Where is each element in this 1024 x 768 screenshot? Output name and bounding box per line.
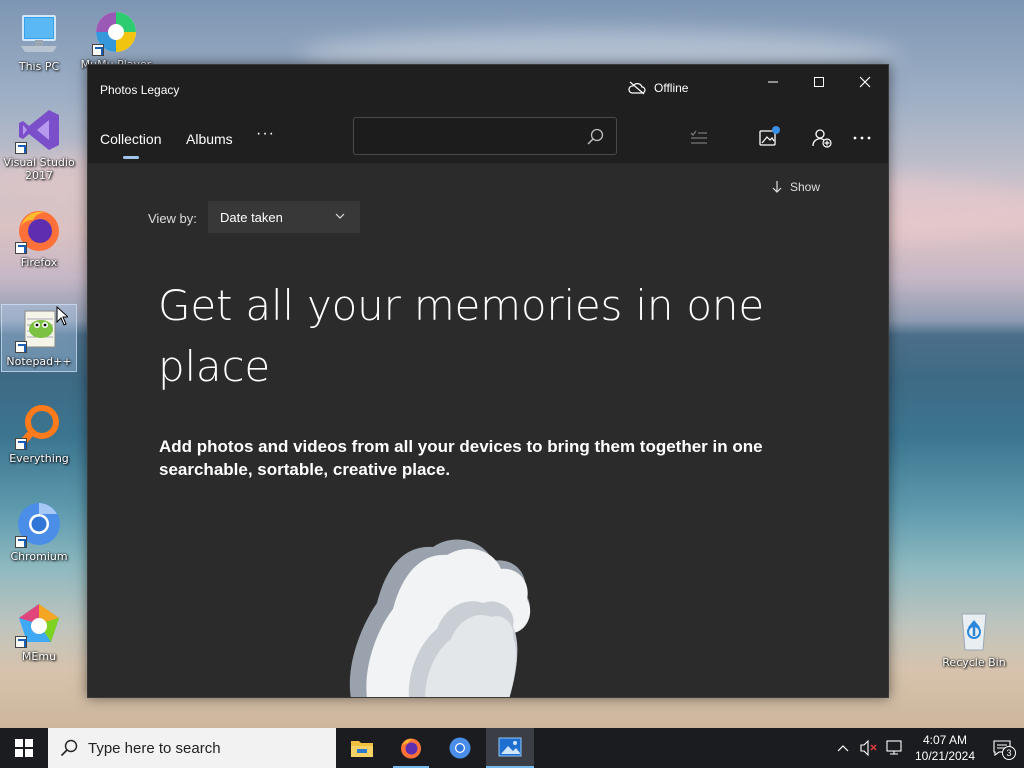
photos-window: Photos Legacy Offline Collection Albums … [87, 64, 889, 698]
taskbar-file-explorer[interactable] [338, 728, 386, 768]
search-icon [60, 739, 78, 757]
network-icon[interactable] [886, 740, 904, 756]
main-content: Show View by: Date taken Get all your me… [88, 163, 888, 697]
offline-label: Offline [654, 81, 689, 95]
notification-count-badge: 3 [1002, 746, 1016, 760]
taskbar: Type here to search 4:07 AM 10/21/2024 3 [0, 728, 1024, 768]
shortcut-arrow-icon [15, 636, 27, 648]
cloud-offline-icon [628, 81, 646, 95]
tab-collection[interactable]: Collection [100, 131, 161, 147]
desktop-icon-this-pc[interactable]: This PC [1, 10, 77, 73]
desktop-icon-label: This PC [18, 60, 60, 73]
window-title: Photos Legacy [100, 83, 180, 97]
desktop-icon-chromium[interactable]: Chromium [1, 500, 77, 563]
desktop-icon-label: Recycle Bin [942, 656, 1006, 669]
start-button[interactable] [0, 728, 48, 768]
selected-tab-indicator [123, 156, 139, 159]
mouse-cursor-icon [56, 306, 68, 326]
shortcut-arrow-icon [15, 341, 27, 353]
shortcut-arrow-icon [15, 242, 27, 254]
clock-date: 10/21/2024 [914, 749, 976, 763]
desktop-icon-firefox[interactable]: Firefox [1, 206, 77, 269]
tab-albums[interactable]: Albums [186, 131, 233, 147]
folder-icon [351, 741, 373, 757]
maximize-icon [814, 77, 824, 87]
taskbar-search-box[interactable]: Type here to search [48, 728, 336, 768]
action-center-button[interactable]: 3 [980, 728, 1024, 768]
close-icon [859, 76, 871, 88]
visual-studio-icon [15, 106, 63, 154]
import-photos-icon[interactable] [758, 125, 782, 149]
taskbar-firefox[interactable] [387, 728, 435, 768]
shortcut-arrow-icon [15, 536, 27, 548]
clock-time: 4:07 AM [922, 733, 968, 747]
chromium-icon [15, 500, 63, 548]
desktop-icon-label: MEmu [21, 650, 57, 663]
memu-icon [15, 600, 63, 648]
system-tray: 4:07 AM 10/21/2024 3 [836, 728, 1024, 768]
add-people-icon[interactable] [812, 128, 832, 148]
desktop-icon-label: Visual Studio 2017 [3, 156, 75, 182]
shortcut-arrow-icon [15, 438, 27, 450]
chromium-icon [449, 737, 471, 759]
shortcut-arrow-icon [92, 44, 104, 56]
search-icon [587, 128, 604, 145]
show-label: Show [790, 180, 821, 194]
volume-muted-icon[interactable] [860, 740, 878, 756]
mumu-player-icon [92, 8, 140, 56]
shortcut-arrow-icon [15, 142, 27, 154]
nav-more-button[interactable]: ··· [256, 125, 275, 143]
desktop-icon-label: Chromium [10, 550, 68, 563]
close-button[interactable] [842, 65, 888, 99]
taskbar-search-placeholder: Type here to search [88, 739, 221, 757]
select-list-icon[interactable] [689, 128, 709, 148]
title-bar[interactable]: Photos Legacy Offline [88, 65, 888, 113]
minimize-button[interactable] [750, 65, 796, 99]
desktop-icon-visual-studio[interactable]: Visual Studio 2017 [1, 106, 77, 182]
everything-search-icon [15, 402, 63, 450]
chevron-down-icon [335, 213, 345, 219]
taskbar-photos[interactable] [486, 728, 534, 768]
show-button[interactable]: Show [772, 180, 820, 194]
minimize-icon [768, 81, 778, 83]
search-input[interactable] [353, 117, 617, 155]
cloud-illustration-icon [349, 539, 531, 697]
recycle-bin-icon [950, 606, 998, 654]
desktop-icon-label: Notepad++ [6, 355, 72, 368]
more-options-icon[interactable] [852, 128, 872, 148]
desktop-icon-everything[interactable]: Everything [1, 402, 77, 465]
desktop-icon-label: Firefox [20, 256, 58, 269]
taskbar-chromium[interactable] [436, 728, 484, 768]
windows-logo-icon [15, 739, 33, 757]
view-by-value: Date taken [220, 209, 283, 225]
chevron-up-icon[interactable] [836, 741, 850, 755]
page-description: Add photos and videos from all your devi… [159, 437, 763, 479]
firefox-icon [401, 738, 421, 759]
desktop-icon-recycle-bin[interactable]: Recycle Bin [936, 606, 1012, 669]
view-by-label: View by: [148, 211, 197, 226]
view-by-dropdown[interactable]: Date taken [208, 201, 360, 233]
desktop-icon-label: Everything [9, 452, 69, 465]
offline-status[interactable]: Offline [628, 81, 688, 95]
desktop-icon-mumu[interactable]: MuMu Player [78, 8, 154, 71]
maximize-button[interactable] [796, 65, 842, 99]
computer-icon [15, 10, 63, 58]
page-headline: Get all your memories in one place [158, 281, 764, 391]
firefox-icon [15, 206, 63, 254]
taskbar-clock[interactable]: 4:07 AM 10/21/2024 [910, 732, 980, 764]
desktop-icon-memu[interactable]: MEmu [1, 600, 77, 663]
arrow-down-icon [772, 181, 782, 193]
photos-app-icon [498, 737, 522, 757]
